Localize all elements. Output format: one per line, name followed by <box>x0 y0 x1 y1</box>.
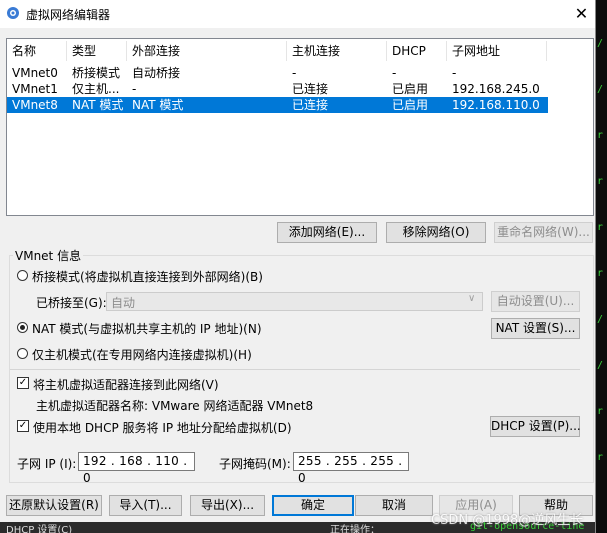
network-editor-icon <box>7 7 19 19</box>
cell-host: 已连接 <box>292 82 329 96</box>
list-row[interactable]: VMnet0 桥接模式 自动桥接 - - - <box>7 65 548 81</box>
column-header-name[interactable]: 名称 <box>7 41 67 61</box>
column-header-subnet[interactable]: 子网地址 <box>447 41 547 61</box>
bridged-to-dropdown[interactable]: 自动 ∨ <box>106 292 483 311</box>
separator <box>10 369 580 370</box>
subnet-ip-label: 子网 IP (I): <box>17 457 77 471</box>
cell-subnet: 192.168.245.0 <box>452 82 540 96</box>
close-button[interactable]: ✕ <box>568 0 595 28</box>
import-button[interactable]: 导入(T)... <box>109 495 182 516</box>
bridge-mode-radio[interactable] <box>17 270 28 281</box>
rename-network-button[interactable]: 重命名网络(W)... <box>494 222 593 243</box>
background-status-text: 正在操作： <box>330 525 380 533</box>
cell-external: 自动桥接 <box>132 66 181 80</box>
cell-dhcp: 已启用 <box>392 98 429 112</box>
subnet-ip-field[interactable]: 192 . 168 . 110 . 0 <box>78 452 195 485</box>
cell-subnet: - <box>452 66 457 80</box>
adapter-name-text: 主机虚拟适配器名称: VMware 网络适配器 VMnet8 <box>36 399 314 413</box>
bridge-mode-label[interactable]: 桥接模式(将虚拟机直接连接到外部网络)(B) <box>32 268 263 285</box>
background-dhcp-text: DHCP 设置(C) <box>6 525 73 533</box>
column-header-type[interactable]: 类型 <box>67 41 127 61</box>
subnet-mask-label: 子网掩码(M): <box>219 457 291 471</box>
column-header-dhcp[interactable]: DHCP <box>387 41 447 61</box>
dhcp-settings-button[interactable]: DHCP 设置(P)... <box>490 416 581 437</box>
cell-dhcp: 已启用 <box>392 82 429 96</box>
cell-name: VMnet8 <box>12 98 58 112</box>
use-dhcp-label[interactable]: 使用本地 DHCP 服务将 IP 地址分配给虚拟机(D) <box>33 419 292 436</box>
add-network-button[interactable]: 添加网络(E)... <box>277 222 377 243</box>
host-only-mode-radio[interactable] <box>17 348 28 359</box>
connect-adapter-label[interactable]: 将主机虚拟适配器连接到此网络(V) <box>33 376 219 393</box>
cell-type: 仅主机... <box>72 82 120 96</box>
cell-type: NAT 模式 <box>72 98 124 112</box>
ok-button[interactable]: 确定 <box>272 495 354 516</box>
nat-mode-label[interactable]: NAT 模式(与虚拟机共享主机的 IP 地址)(N) <box>32 320 262 337</box>
cell-host: - <box>292 66 297 80</box>
list-row[interactable]: VMnet1 仅主机... - 已连接 已启用 192.168.245.0 <box>7 81 548 97</box>
radio-selected-dot <box>20 325 25 330</box>
subnet-mask-field[interactable]: 255 . 255 . 255 . 0 <box>293 452 409 485</box>
nat-mode-radio[interactable] <box>17 322 28 333</box>
watermark: CSDN @1998@逆风生长 <box>431 513 584 528</box>
bridged-to-label: 已桥接至(G): <box>36 296 107 310</box>
remove-network-button[interactable]: 移除网络(O) <box>386 222 486 243</box>
connect-adapter-checkbox[interactable]: ✓ <box>17 377 29 389</box>
auto-settings-button[interactable]: 自动设置(U)... <box>491 291 580 312</box>
cell-host: 已连接 <box>292 98 329 112</box>
column-header-host[interactable]: 主机连接 <box>287 41 387 61</box>
cell-external: NAT 模式 <box>132 98 184 112</box>
cancel-button[interactable]: 取消 <box>355 495 433 516</box>
list-row-selected[interactable]: VMnet8 NAT 模式 NAT 模式 已连接 已启用 192.168.110… <box>7 97 548 113</box>
chevron-down-icon: ∨ <box>468 293 476 304</box>
column-header-external[interactable]: 外部连接 <box>127 41 287 61</box>
cell-dhcp: - <box>392 66 397 80</box>
cell-name: VMnet1 <box>12 82 58 96</box>
network-list[interactable]: 名称 类型 外部连接 主机连接 DHCP 子网地址 VMnet0 桥接模式 自动… <box>6 38 594 216</box>
export-button[interactable]: 导出(X)... <box>190 495 265 516</box>
cell-subnet: 192.168.110.0 <box>452 98 540 112</box>
window-border <box>595 0 596 533</box>
cell-name: VMnet0 <box>12 66 58 80</box>
bridged-to-value: 自动 <box>111 296 136 310</box>
restore-defaults-button[interactable]: 还原默认设置(R) <box>6 495 102 516</box>
nat-settings-button[interactable]: NAT 设置(S)... <box>491 318 580 339</box>
group-title: VMnet 信息 <box>13 247 84 264</box>
background-terminal-strip: / / r r r r / / r r <box>595 0 607 533</box>
window-title: 虚拟网络编辑器 <box>26 8 111 22</box>
use-dhcp-checkbox[interactable]: ✓ <box>17 420 29 432</box>
cell-type: 桥接模式 <box>72 66 121 80</box>
host-only-mode-label[interactable]: 仅主机模式(在专用网络内连接虚拟机)(H) <box>32 346 252 363</box>
cell-external: - <box>132 82 137 96</box>
